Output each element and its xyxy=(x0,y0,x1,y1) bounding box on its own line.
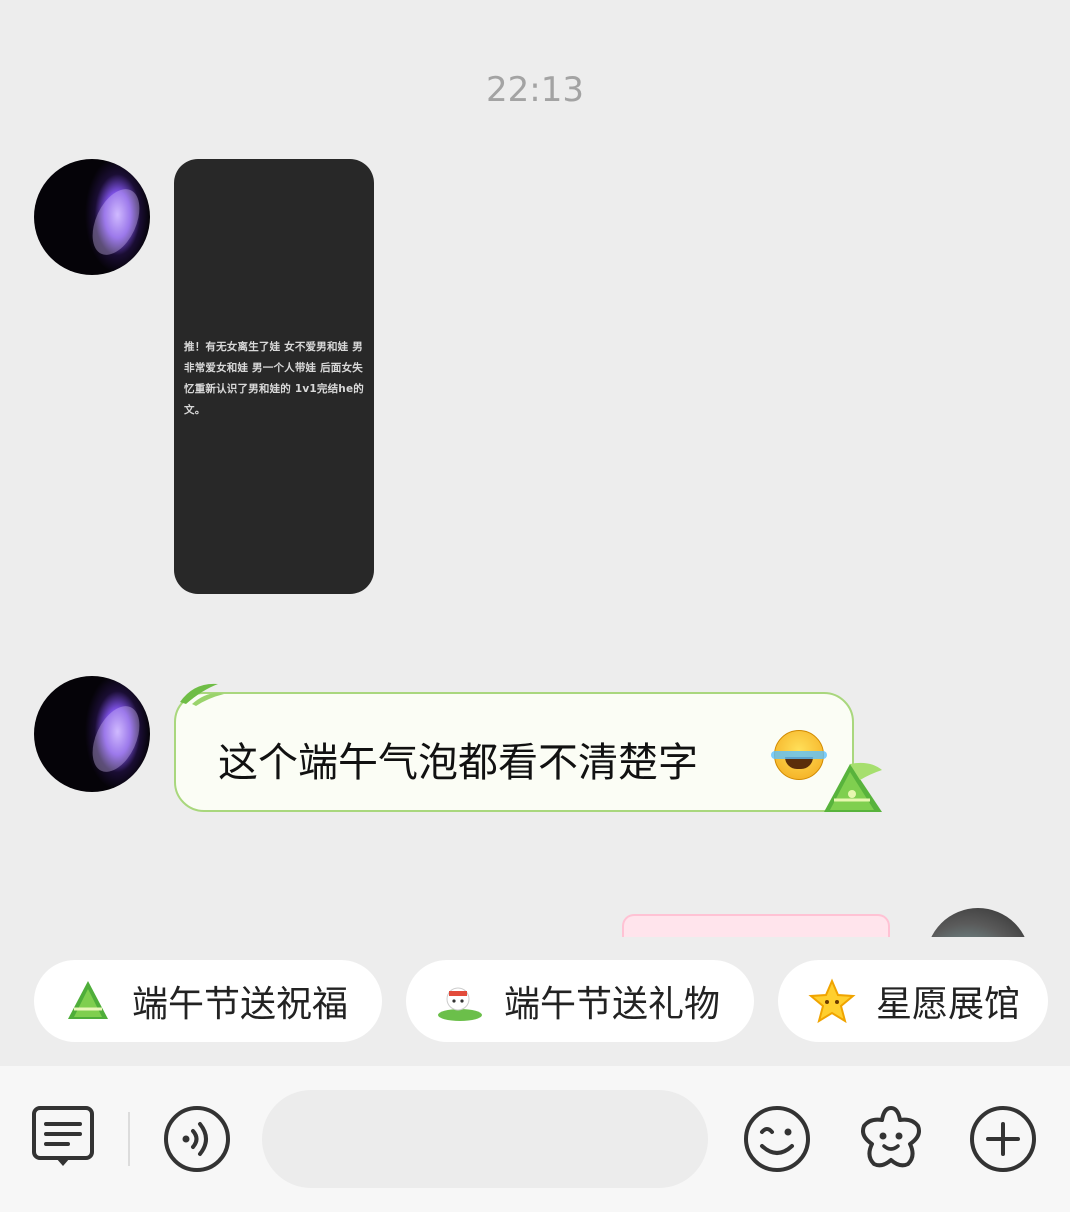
star-icon xyxy=(808,978,856,1024)
dragon-boat-icon xyxy=(438,987,482,1021)
contact-avatar[interactable] xyxy=(34,159,150,275)
quick-action-label: 端午节送礼物 xyxy=(504,984,721,1025)
message-timestamp: 22:13 xyxy=(486,70,584,110)
quick-action-dragon-boat-gift[interactable]: 端午节送礼物 xyxy=(406,960,754,1042)
emoji-icon[interactable] xyxy=(742,1104,812,1174)
sticker-star-icon[interactable] xyxy=(854,1102,928,1174)
quick-action-dragon-boat-blessing[interactable]: 端午节送祝福 xyxy=(34,960,382,1042)
image-message[interactable]: 推！有无女离生了娃 女不爱男和娃 男非常爱女和娃 男一个人带娃 后面女失忆重新认… xyxy=(174,159,374,594)
voice-icon[interactable] xyxy=(162,1104,232,1174)
contact-avatar[interactable] xyxy=(34,676,150,792)
zongzi-icon xyxy=(68,981,108,1019)
text-message-bubble[interactable]: 这个端午气泡都看不清楚字 xyxy=(174,692,854,812)
quick-action-label: 星愿展馆 xyxy=(876,984,1021,1025)
image-message-text: 推！有无女离生了娃 女不爱男和娃 男非常爱女和娃 男一个人带娃 后面女失忆重新认… xyxy=(184,341,365,416)
zongzi-decoration-icon xyxy=(824,762,882,812)
menu-icon[interactable] xyxy=(30,1104,98,1172)
plus-icon[interactable] xyxy=(968,1104,1038,1174)
toolbar-divider xyxy=(128,1112,130,1166)
text-message-content: 这个端午气泡都看不清楚字 xyxy=(218,740,698,786)
quick-action-star-wish-hall[interactable]: 星愿展馆 xyxy=(778,960,1048,1042)
bamboo-leaf-icon xyxy=(180,683,224,706)
partial-message-bubble[interactable] xyxy=(622,914,890,938)
quick-action-label: 端午节送祝福 xyxy=(132,984,349,1025)
message-input[interactable] xyxy=(262,1090,708,1188)
laughing-tears-emoji-icon xyxy=(771,730,827,780)
